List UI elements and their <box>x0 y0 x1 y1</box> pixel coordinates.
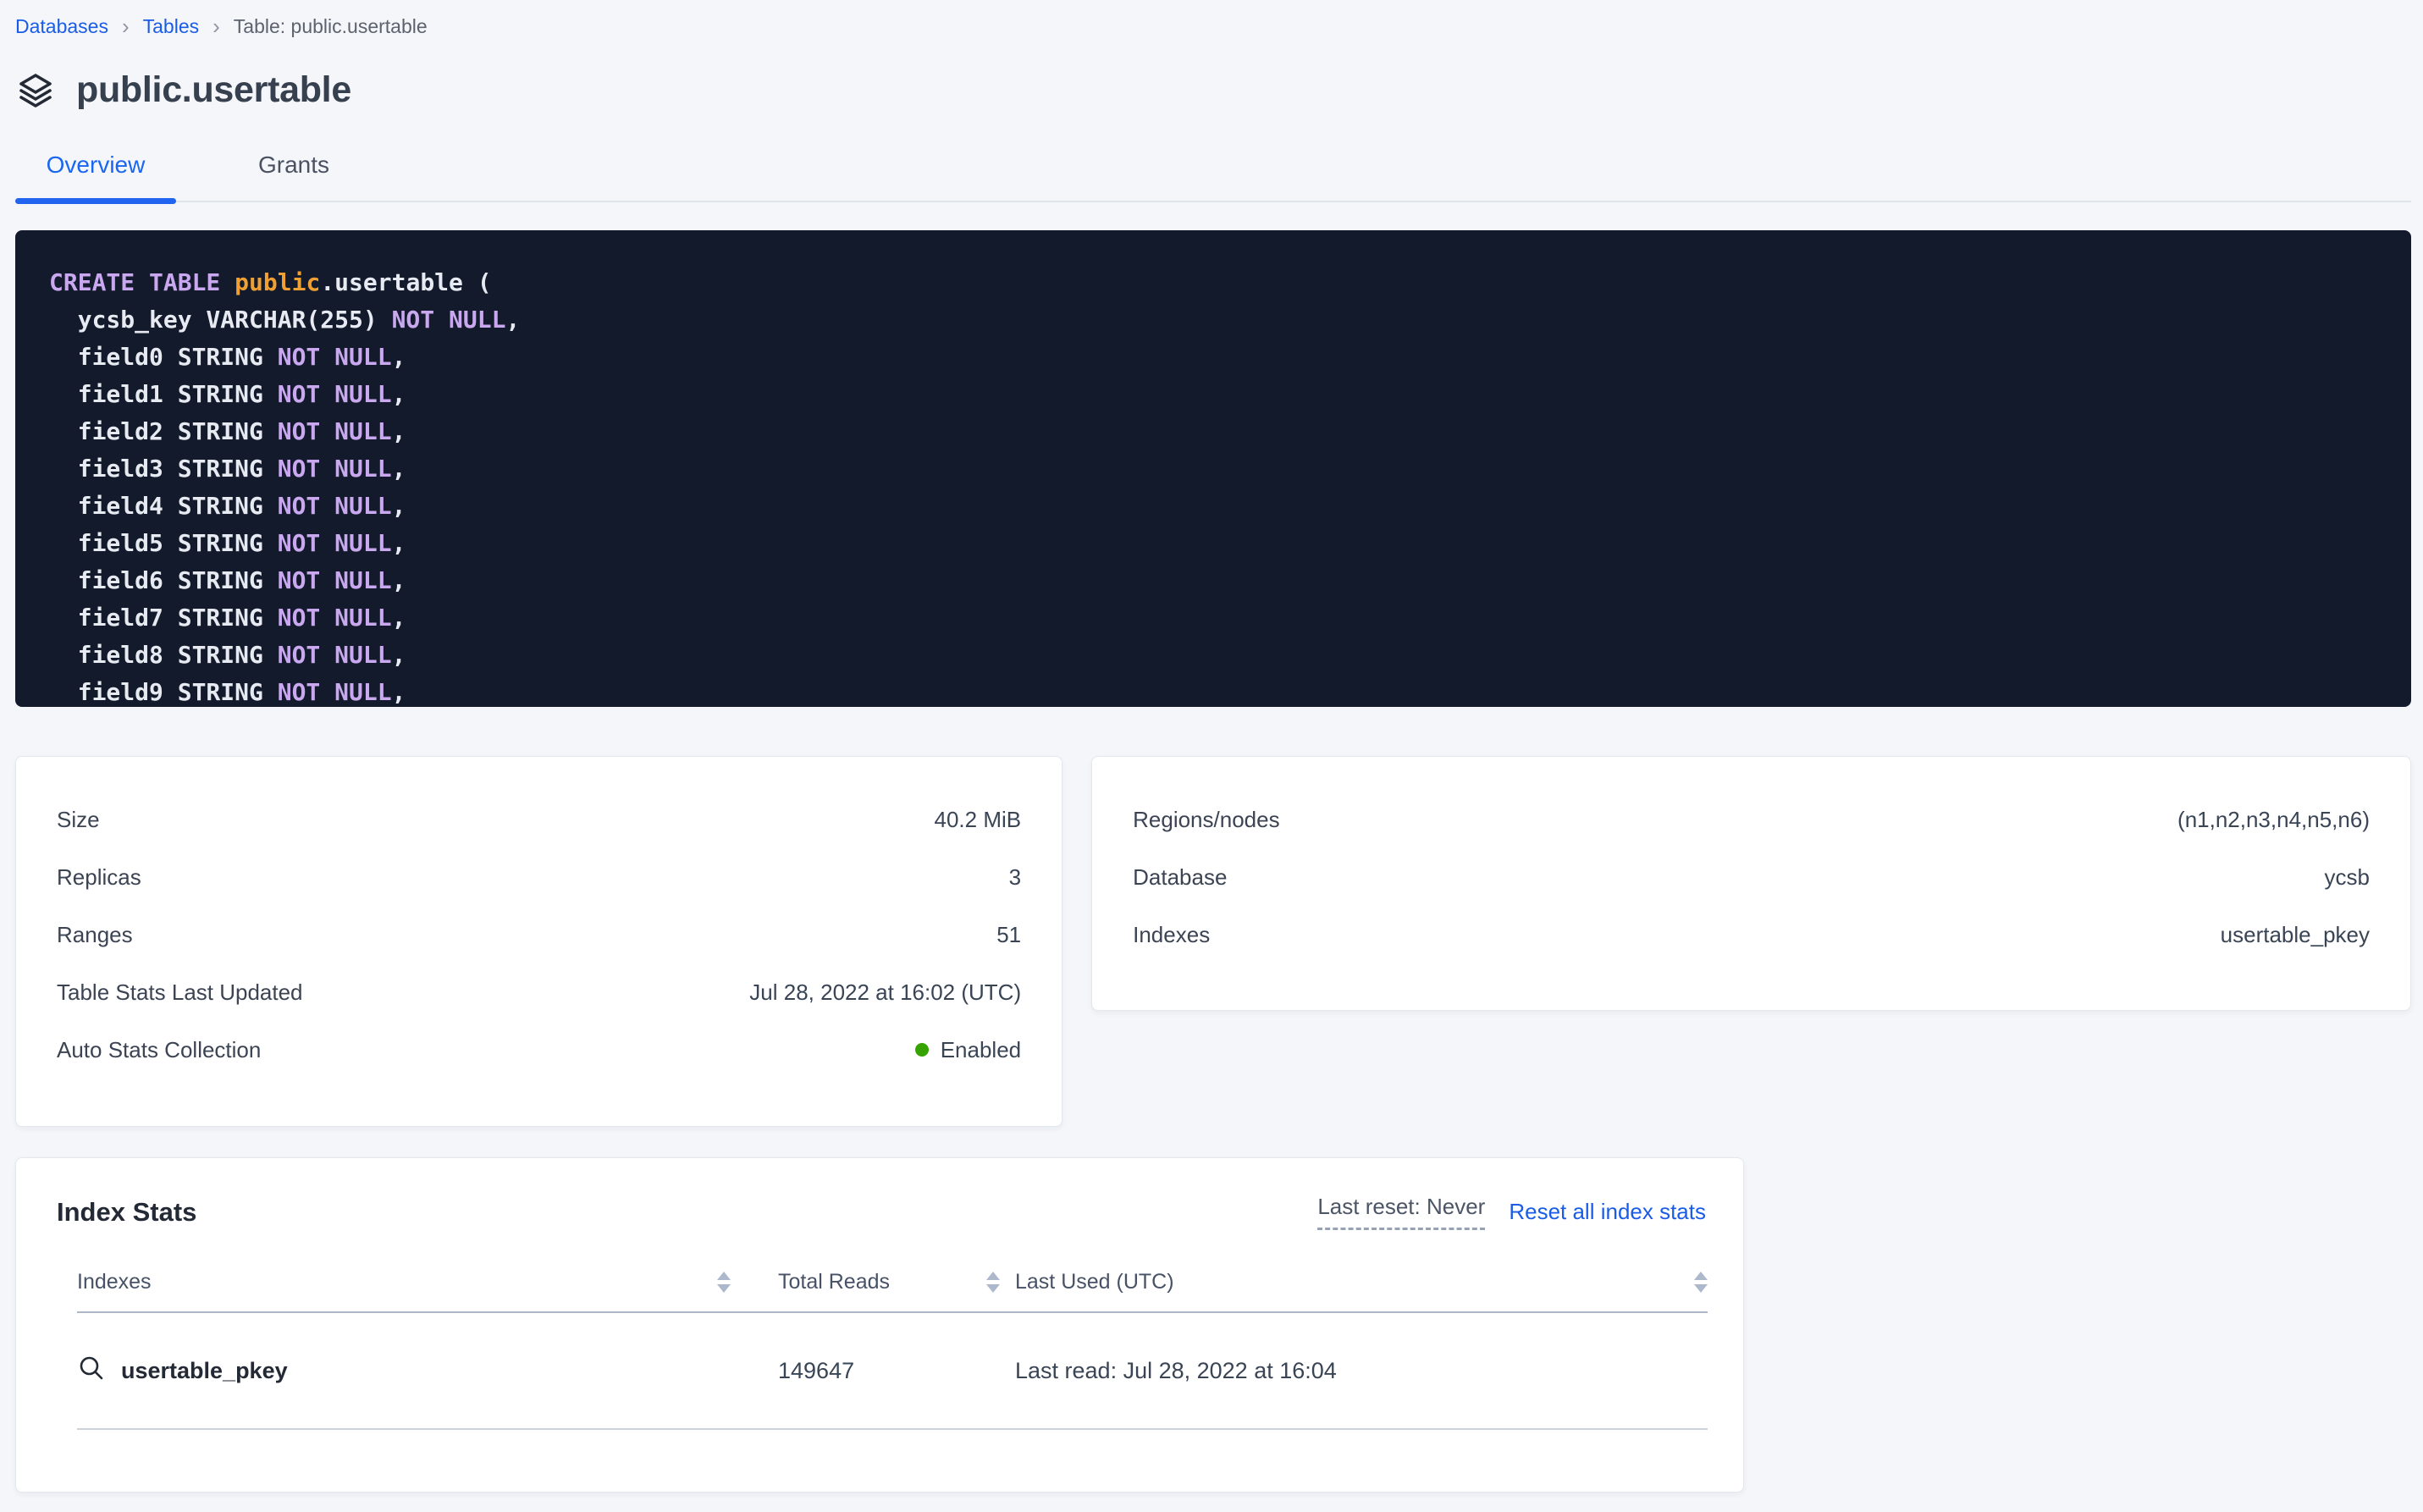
tab-bar: Overview Grants <box>15 152 2411 202</box>
stat-row: Size 40.2 MiB <box>57 791 1021 848</box>
sql-line: field5 STRING NOT NULL, <box>49 525 2394 562</box>
tab-grants[interactable]: Grants <box>213 152 374 201</box>
breadcrumb-current: Table: public.usertable <box>234 14 428 39</box>
sql-line: field6 STRING NOT NULL, <box>49 562 2394 599</box>
table-details-card: Size 40.2 MiB Replicas 3 Ranges 51 Table Stats… <box>15 756 1062 1127</box>
stat-label: Replicas <box>57 864 141 891</box>
stat-label: Database <box>1133 864 1227 891</box>
stat-label: Regions/nodes <box>1133 807 1279 833</box>
sql-line: field0 STRING NOT NULL, <box>49 339 2394 376</box>
stat-label: Auto Stats Collection <box>57 1037 261 1063</box>
stack-icon <box>15 70 56 111</box>
sort-icon[interactable] <box>1694 1272 1708 1293</box>
stat-value: ycsb <box>2325 864 2370 891</box>
stat-row: Auto Stats Collection Enabled <box>57 1021 1021 1079</box>
sort-icon[interactable] <box>986 1272 1000 1293</box>
sql-line: ycsb_key VARCHAR(255) NOT NULL, <box>49 301 2394 339</box>
stat-label: Indexes <box>1133 922 1210 948</box>
index-stats-header: Index Stats Last reset: Never Reset all … <box>16 1158 1743 1230</box>
index-table-header: Indexes Total Reads Last Used (UTC) <box>77 1252 1708 1313</box>
column-header-total-reads[interactable]: Total Reads <box>778 1270 890 1294</box>
stat-row: Replicas 3 <box>57 848 1021 906</box>
stat-value: (n1,n2,n3,n4,n5,n6) <box>2177 807 2370 833</box>
sql-line: field4 STRING NOT NULL, <box>49 488 2394 525</box>
tab-overview[interactable]: Overview <box>15 152 176 201</box>
sql-line: field1 STRING NOT NULL, <box>49 376 2394 413</box>
stat-label: Size <box>57 807 100 833</box>
column-header-last-used[interactable]: Last Used (UTC) <box>1015 1270 1174 1294</box>
index-name-link[interactable]: usertable_pkey <box>77 1354 288 1388</box>
stat-value: 51 <box>996 922 1021 948</box>
detail-cards-row: Size 40.2 MiB Replicas 3 Ranges 51 Table Stats… <box>15 756 2411 1127</box>
page-title-row: public.usertable <box>15 69 2411 111</box>
chevron-right-icon: › <box>122 16 130 36</box>
stat-value: Enabled <box>915 1037 1021 1063</box>
stat-value: 40.2 MiB <box>935 807 1022 833</box>
status-dot-green <box>915 1043 929 1057</box>
reset-index-stats-link[interactable]: Reset all index stats <box>1509 1199 1706 1225</box>
stat-value: usertable_pkey <box>2221 922 2370 948</box>
stat-row: Database ycsb <box>1133 848 2370 906</box>
sql-code: CREATE TABLE public.usertable ( ycsb_key… <box>15 230 2411 707</box>
page-title: public.usertable <box>76 69 351 111</box>
breadcrumb: Databases › Tables › Table: public.usert… <box>15 0 2411 39</box>
stat-value: 3 <box>1009 864 1021 891</box>
stat-value: Jul 28, 2022 at 16:02 (UTC) <box>749 979 1021 1006</box>
stat-row: Table Stats Last Updated Jul 28, 2022 at … <box>57 963 1021 1021</box>
last-used-value: Last read: Jul 28, 2022 at 16:04 <box>1015 1358 1337 1384</box>
search-icon <box>77 1354 106 1388</box>
index-table-body: usertable_pkey 149647 Last read: Jul 28, 2… <box>16 1313 1743 1430</box>
stat-label: Table Stats Last Updated <box>57 979 303 1006</box>
breadcrumb-link-tables[interactable]: Tables <box>143 14 199 39</box>
table-detail-page: Databases › Tables › Table: public.usert… <box>0 0 2423 1493</box>
sql-line: field2 STRING NOT NULL, <box>49 413 2394 450</box>
breadcrumb-link-databases[interactable]: Databases <box>15 14 108 39</box>
index-stats-card: Index Stats Last reset: Never Reset all … <box>15 1157 1744 1493</box>
index-stats-controls: Last reset: Never Reset all index stats <box>1317 1194 1706 1230</box>
sql-line: field7 STRING NOT NULL, <box>49 599 2394 637</box>
stat-row: Ranges 51 <box>57 906 1021 963</box>
stat-row: Indexes usertable_pkey <box>1133 906 2370 963</box>
sql-line: CREATE TABLE public.usertable ( <box>49 264 2394 301</box>
stat-row: Regions/nodes (n1,n2,n3,n4,n5,n6) <box>1133 791 2370 848</box>
index-table-row: usertable_pkey 149647 Last read: Jul 28, 2… <box>77 1313 1708 1430</box>
sort-icon[interactable] <box>717 1272 731 1293</box>
stat-label: Ranges <box>57 922 133 948</box>
index-stats-title: Index Stats <box>57 1197 196 1228</box>
sql-line: field3 STRING NOT NULL, <box>49 450 2394 488</box>
sql-line: field9 STRING NOT NULL, <box>49 674 2394 707</box>
index-stats-table: Indexes Total Reads Last Used (UTC) user… <box>16 1252 1743 1430</box>
sql-line: field8 STRING NOT NULL, <box>49 637 2394 674</box>
index-name: usertable_pkey <box>121 1358 288 1384</box>
last-reset-label: Last reset: Never <box>1317 1194 1485 1230</box>
total-reads-value: 149647 <box>778 1358 854 1384</box>
chevron-right-icon: › <box>212 16 220 36</box>
column-header-indexes[interactable]: Indexes <box>77 1270 152 1294</box>
table-location-card: Regions/nodes (n1,n2,n3,n4,n5,n6) Database… <box>1091 756 2411 1011</box>
